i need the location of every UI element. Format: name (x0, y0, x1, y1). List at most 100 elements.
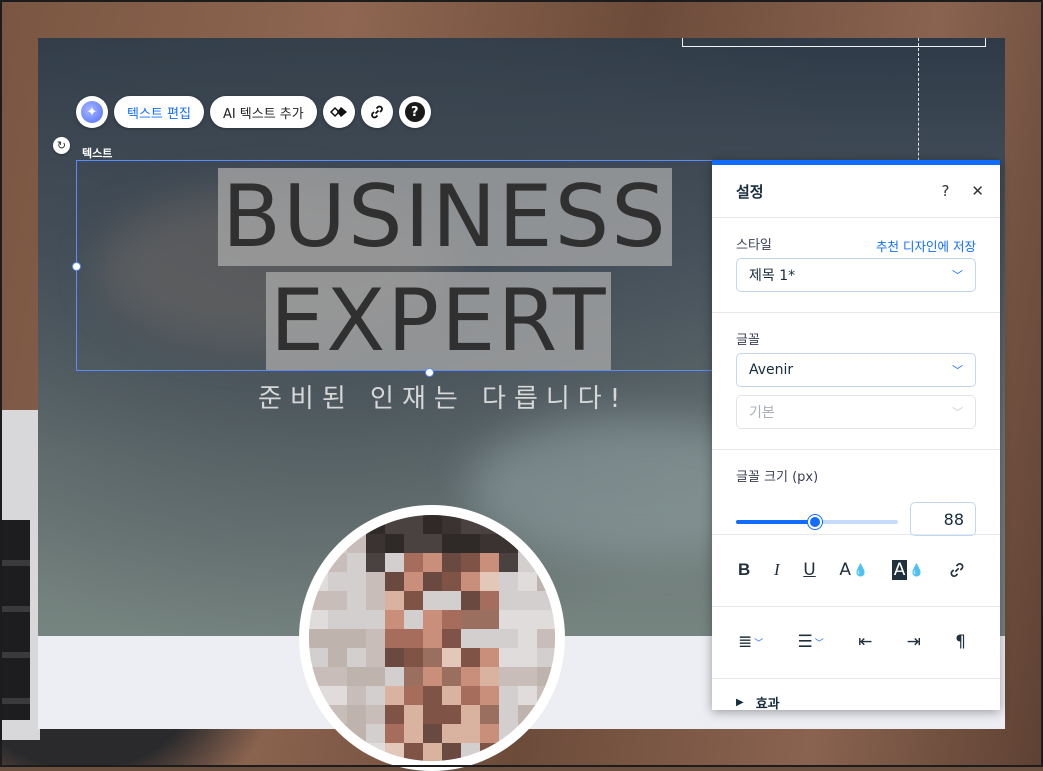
animation-icon[interactable] (322, 96, 355, 128)
avatar-pixel (442, 705, 461, 724)
bold-icon[interactable]: B (738, 560, 750, 580)
avatar-pixel (385, 553, 404, 572)
underline-icon[interactable]: U (803, 560, 815, 580)
avatar-pixel (442, 572, 461, 591)
floating-toolbar: ✦ 텍스트 편집 AI 텍스트 추가 ? (76, 96, 431, 128)
font-size-input[interactable]: 88 (910, 502, 976, 536)
avatar-pixel (385, 629, 404, 648)
avatar-pixel (461, 515, 480, 534)
ai-add-text-button[interactable]: AI 텍스트 추가 (209, 96, 317, 128)
edit-text-button[interactable]: 텍스트 편집 (114, 96, 204, 128)
avatar-pixel (537, 591, 555, 610)
avatar-pixel (423, 686, 442, 705)
avatar-pixel (385, 743, 404, 761)
subtitle-text[interactable]: 준비된 인재는 다릅니다! (258, 378, 628, 415)
laptop-keys (0, 520, 30, 720)
avatar-pixel (480, 648, 499, 667)
italic-icon[interactable]: I (774, 560, 780, 580)
avatar-pixel (347, 724, 366, 743)
avatar-pixel (480, 629, 499, 648)
font-weight-dropdown[interactable]: 기본 ﹀ (736, 395, 976, 429)
avatar-pixel (461, 667, 480, 686)
font-weight-value: 기본 (749, 405, 775, 421)
avatar-pixel (309, 553, 328, 572)
help-icon[interactable]: ? (941, 182, 949, 200)
header-container[interactable] (682, 38, 986, 47)
avatar-pixel (461, 591, 480, 610)
avatar-pixel (461, 572, 480, 591)
avatar-pixel (518, 686, 537, 705)
avatar-pixel (328, 610, 347, 629)
avatar-pixel (366, 515, 385, 534)
avatar-pixel (309, 724, 328, 743)
avatar-pixel (309, 629, 328, 648)
avatar-pixel (537, 572, 555, 591)
avatar-pixel (442, 629, 461, 648)
text-color-icon[interactable]: A 💧 (839, 560, 868, 580)
avatar-pixel (404, 724, 423, 743)
avatar[interactable] (309, 515, 555, 761)
effects-row[interactable]: ▶ 효과 (712, 679, 1000, 725)
avatar-pixel (461, 648, 480, 667)
close-icon[interactable]: ✕ (971, 182, 984, 200)
avatar-pixel (461, 553, 480, 572)
resize-handle-bottom[interactable] (425, 368, 434, 377)
avatar-pixel (518, 591, 537, 610)
font-family-dropdown[interactable]: Avenir ﹀ (736, 353, 976, 387)
avatar-pixel (499, 534, 518, 553)
list-icon[interactable]: ☰ ﹀ (798, 632, 824, 652)
avatar-pixel (537, 648, 555, 667)
element-type-label: 텍스트 (82, 147, 113, 160)
indent-decrease-icon[interactable]: ⇤ (858, 632, 872, 652)
avatar-pixel (461, 705, 480, 724)
rtl-icon[interactable]: ¶ (955, 632, 966, 652)
avatar-pixel (499, 667, 518, 686)
text-selection-box[interactable] (76, 160, 716, 371)
avatar-pixel (518, 705, 537, 724)
avatar-pixel (309, 515, 328, 534)
indent-increase-icon[interactable]: ⇥ (907, 632, 921, 652)
avatar-pixel (480, 743, 499, 761)
avatar-pixel (347, 686, 366, 705)
avatar-pixel (423, 553, 442, 572)
save-to-theme-link[interactable]: 추천 디자인에 저장 (876, 236, 976, 255)
avatar-pixel (499, 591, 518, 610)
highlight-color-icon[interactable]: A 💧 (891, 560, 924, 580)
link-icon[interactable] (360, 96, 393, 128)
avatar-pixel (404, 648, 423, 667)
ai-sparkle-icon[interactable]: ✦ (76, 96, 108, 128)
avatar-pixel (499, 553, 518, 572)
panel-header: 설정 ? ✕ (712, 165, 1000, 218)
avatar-pixel (347, 610, 366, 629)
font-size-slider[interactable] (736, 515, 898, 529)
style-label: 스타일 (736, 238, 772, 253)
avatar-pixel (423, 648, 442, 667)
avatar-pixel (366, 553, 385, 572)
avatar-pixel (385, 686, 404, 705)
paragraph-section: ≣ ﹀ ☰ ﹀ ⇤ ⇥ ¶ (712, 607, 1000, 679)
style-section: 스타일 추천 디자인에 저장 제목 1* ﹀ (712, 218, 1000, 313)
avatar-pixel (461, 724, 480, 743)
avatar-pixel (328, 515, 347, 534)
align-icon[interactable]: ≣ ﹀ (738, 632, 763, 652)
avatar-pixel (328, 572, 347, 591)
avatar-pixel (480, 515, 499, 534)
avatar-pixel (347, 515, 366, 534)
avatar-pixel (423, 572, 442, 591)
font-label: 글꼴 (736, 333, 760, 348)
chevron-down-icon: ﹀ (814, 638, 824, 649)
resize-handle-left[interactable] (72, 262, 81, 271)
avatar-pixel (480, 610, 499, 629)
rotate-icon[interactable]: ↻ (53, 137, 70, 154)
avatar-pixel (461, 743, 480, 761)
avatar-pixel (537, 743, 555, 761)
avatar-pixel (309, 743, 328, 761)
style-dropdown[interactable]: 제목 1* ﹀ (736, 258, 976, 292)
avatar-pixel (537, 724, 555, 743)
help-icon[interactable]: ? (398, 96, 431, 128)
avatar-pixel (385, 648, 404, 667)
avatar-pixel (347, 648, 366, 667)
avatar-pixel (404, 515, 423, 534)
link-icon[interactable] (948, 561, 966, 579)
slider-thumb[interactable] (807, 515, 822, 529)
